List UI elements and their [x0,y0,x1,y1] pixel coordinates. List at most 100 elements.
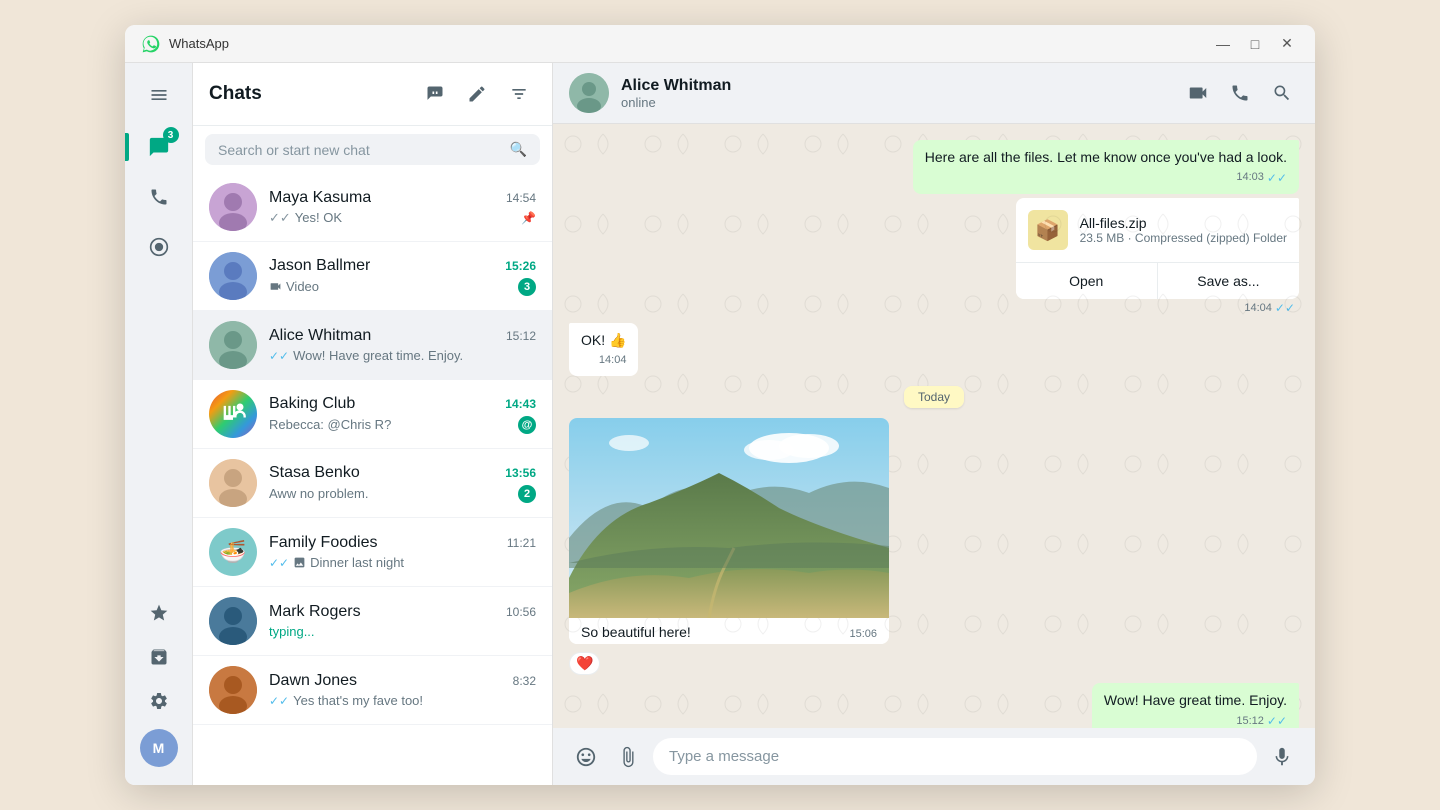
bubble-m3: OK! 👍 14:04 [569,323,638,376]
date-label: Today [904,386,964,408]
nav-menu[interactable] [139,75,179,115]
message-row-m4: So beautiful here! 15:06 ❤️ [569,418,1299,675]
chat-time-family: 11:21 [507,536,536,550]
chat-name-alice: Alice Whitman [269,327,371,345]
chat-preview-family: ✓✓ Dinner last night [269,555,404,570]
chat-info-dawn: Dawn Jones 8:32 ✓✓ Yes that's my fave to… [269,672,536,708]
filter-button[interactable] [502,77,536,111]
bubble-time-m4: 15:06 [849,628,877,640]
bubble-time-m1: 14:03 [1236,170,1264,185]
voice-message-button[interactable] [1265,740,1299,774]
emoji-button[interactable] [569,740,603,774]
chat-name-baking: Baking Club [269,395,355,413]
avatar-dawn [209,666,257,714]
chat-item-family[interactable]: 🍜 Family Foodies 11:21 ✓✓ Dinner last ni… [193,518,552,587]
message-input[interactable] [653,738,1257,775]
chat-info-stasa: Stasa Benko 13:56 Aww no problem. 2 [269,464,536,503]
tick-m2: ✓✓ [1275,301,1295,315]
search-chat-button[interactable] [1265,76,1299,110]
message-row-m1: Here are all the files. Let me know once… [569,140,1299,194]
chat-time-stasa: 13:56 [505,466,536,480]
side-nav: 3 M [125,63,193,785]
chat-time-mark: 10:56 [506,605,536,619]
save-file-button[interactable]: Save as... [1158,263,1299,299]
chat-header-name: Alice Whitman [621,77,1181,95]
message-row-m2: 📦 All-files.zip 23.5 MB · Compressed (zi… [569,198,1299,315]
bubble-time-m5: 15:12 [1236,714,1264,728]
chat-header-actions [1181,76,1299,110]
chat-item-stasa[interactable]: Stasa Benko 13:56 Aww no problem. 2 [193,449,552,518]
chat-info-mark: Mark Rogers 10:56 typing... [269,603,536,639]
file-bubble: 📦 All-files.zip 23.5 MB · Compressed (zi… [1016,198,1299,299]
nav-status[interactable] [139,227,179,267]
voice-call-button[interactable] [1223,76,1257,110]
minimize-button[interactable]: — [1211,32,1235,56]
reaction-m4: ❤️ [569,652,600,675]
search-input[interactable] [218,142,510,158]
photo-caption-area: So beautiful here! 15:06 [569,618,889,644]
chat-info-family: Family Foodies 11:21 ✓✓ Dinner last nigh… [269,534,536,570]
chat-list: Maya Kasuma 14:54 ✓✓ Yes! OK 📌 [193,173,552,785]
bubble-m2: 📦 All-files.zip 23.5 MB · Compressed (zi… [1016,198,1299,315]
chat-item-baking[interactable]: Baking Club 14:43 Rebecca: @Chris R? @ [193,380,552,449]
chat-item-dawn[interactable]: Dawn Jones 8:32 ✓✓ Yes that's my fave to… [193,656,552,725]
whatsapp-logo [141,34,161,54]
bubble-time-m2: 14:04 [1244,302,1272,314]
chat-panel: Alice Whitman online [553,63,1315,785]
avatar-maya [209,183,257,231]
chat-info-alice: Alice Whitman 15:12 ✓✓ Wow! Have great t… [269,327,536,363]
chat-header-status: online [621,95,1181,110]
new-chat-button[interactable] [418,77,452,111]
video-call-button[interactable] [1181,76,1215,110]
chat-list-panel: Chats 🔍 [193,63,553,785]
file-name: All-files.zip [1080,215,1287,231]
search-icon: 🔍 [510,141,527,158]
chat-info-maya: Maya Kasuma 14:54 ✓✓ Yes! OK 📌 [269,189,536,226]
chat-header: Alice Whitman online [553,63,1315,124]
nav-calls[interactable] [139,177,179,217]
chat-header-info: Alice Whitman online [621,77,1181,110]
close-button[interactable]: ✕ [1275,32,1299,56]
attach-button[interactable] [611,740,645,774]
chat-preview-jason: Video [269,279,319,294]
message-row-m5: Wow! Have great time. Enjoy. 15:12 ✓✓ [569,683,1299,728]
chat-preview-dawn: ✓✓ Yes that's my fave too! [269,693,423,708]
chat-preview-stasa: Aww no problem. [269,486,368,501]
chat-info-baking: Baking Club 14:43 Rebecca: @Chris R? @ [269,395,536,434]
avatar-family: 🍜 [209,528,257,576]
date-divider: Today [569,388,1299,406]
title-bar: WhatsApp — □ ✕ [125,25,1315,63]
chat-time-jason: 15:26 [505,259,536,273]
chat-item-alice[interactable]: Alice Whitman 15:12 ✓✓ Wow! Have great t… [193,311,552,380]
chat-time-dawn: 8:32 [513,674,536,688]
photo-image [569,418,889,618]
message-row-m3: OK! 👍 14:04 [569,323,1299,376]
file-size: 23.5 MB · Compressed (zipped) Folder [1080,231,1287,245]
nav-starred[interactable] [139,593,179,633]
chats-badge: 3 [163,127,179,143]
chat-header-avatar[interactable] [569,73,609,113]
chat-item-maya[interactable]: Maya Kasuma 14:54 ✓✓ Yes! OK 📌 [193,173,552,242]
bubble-text-m1: Here are all the files. Let me know once… [925,148,1287,168]
nav-profile[interactable]: M [140,729,178,767]
nav-settings[interactable] [139,681,179,721]
chat-time-alice: 15:12 [506,329,536,343]
chat-info-jason: Jason Ballmer 15:26 Video 3 [269,257,536,296]
photo-bubble: So beautiful here! 15:06 [569,418,889,644]
new-chat-compose[interactable] [460,77,494,111]
messages-area: Here are all the files. Let me know once… [553,124,1315,728]
chat-item-jason[interactable]: Jason Ballmer 15:26 Video 3 [193,242,552,311]
photo-caption: So beautiful here! [581,624,691,640]
app-title: WhatsApp [169,36,1211,51]
maximize-button[interactable]: □ [1243,32,1267,56]
avatar-stasa [209,459,257,507]
avatar-jason [209,252,257,300]
chat-item-mark[interactable]: Mark Rogers 10:56 typing... [193,587,552,656]
nav-archive[interactable] [139,637,179,677]
search-box: 🔍 [193,126,552,173]
file-actions: Open Save as... [1016,262,1299,299]
open-file-button[interactable]: Open [1016,263,1158,299]
chat-name-jason: Jason Ballmer [269,257,370,275]
bubble-m1: Here are all the files. Let me know once… [913,140,1299,194]
nav-chats[interactable]: 3 [139,127,179,167]
